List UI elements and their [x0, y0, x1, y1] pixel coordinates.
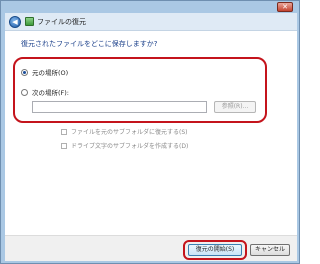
restore-app-icon — [25, 17, 34, 26]
close-button[interactable]: ✕ — [277, 2, 293, 12]
restore-subfolders-label: ファイルを元のサブフォルダに復元する(S) — [71, 129, 188, 136]
following-location-label: 次の場所(F): — [32, 89, 70, 97]
dialog-footer: 復元の開始(S) キャンセル — [5, 235, 297, 261]
back-arrow-icon: ◀ — [12, 18, 18, 26]
browse-button[interactable]: 参照(R)... — [214, 101, 256, 113]
location-path-input[interactable] — [32, 101, 207, 113]
cancel-button[interactable]: キャンセル — [250, 244, 290, 256]
back-button[interactable]: ◀ — [9, 16, 21, 28]
window-title: ファイルの復元 — [37, 18, 86, 26]
original-location-label: 元の場所(O) — [32, 69, 69, 77]
original-location-radio[interactable] — [21, 68, 28, 76]
restore-subfolders-checkbox[interactable] — [61, 128, 67, 135]
drive-letter-subfolder-option[interactable]: ドライブ文字のサブフォルダを作成する(D) — [61, 141, 188, 150]
close-icon: ✕ — [282, 3, 288, 11]
title-bar: ◀ ファイルの復元 — [5, 13, 297, 31]
drive-letter-subfolder-checkbox[interactable] — [61, 142, 67, 149]
restore-subfolders-option[interactable]: ファイルを元のサブフォルダに復元する(S) — [61, 127, 188, 136]
restore-location-question: 復元されたファイルをどこに保存しますか? — [21, 40, 158, 48]
following-location-option[interactable]: 次の場所(F): — [21, 87, 69, 97]
following-location-radio[interactable] — [21, 88, 28, 96]
original-location-option[interactable]: 元の場所(O) — [21, 67, 68, 77]
restore-files-window: ✕ ◀ ファイルの復元 復元されたファイルをどこに保存しますか? 元の場所(O)… — [0, 0, 300, 264]
start-restore-button[interactable]: 復元の開始(S) — [188, 244, 242, 256]
drive-letter-subfolder-label: ドライブ文字のサブフォルダを作成する(D) — [71, 143, 189, 150]
content-panel: 復元されたファイルをどこに保存しますか? 元の場所(O) 次の場所(F): 参照… — [5, 31, 297, 235]
